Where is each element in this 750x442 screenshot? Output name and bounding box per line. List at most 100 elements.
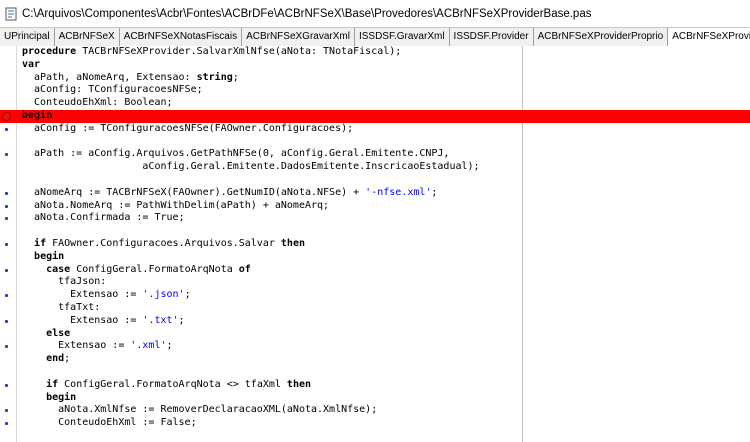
code-text: aNota.Confirmada := True; xyxy=(22,212,185,225)
code-text: tfaTxt: xyxy=(22,302,100,315)
code-line[interactable]: Extensao := '.txt'; xyxy=(0,315,750,328)
code-line[interactable]: end; xyxy=(0,353,750,366)
executable-line-dot-icon[interactable] xyxy=(5,127,8,131)
executable-line-dot-icon[interactable] xyxy=(5,383,8,387)
code-line[interactable]: begin xyxy=(0,251,750,264)
code-text: case ConfigGeral.FormatoArqNota of xyxy=(22,264,251,277)
code-text: aConfig.Geral.Emitente.DadosEmitente.Ins… xyxy=(22,161,480,174)
file-icon xyxy=(5,7,17,20)
executable-line-dot-icon[interactable] xyxy=(5,204,8,208)
code-line[interactable]: aNota.NomeArq := PathWithDelim(aPath) + … xyxy=(0,200,750,213)
code-line[interactable]: aNota.Confirmada := True; xyxy=(0,212,750,225)
code-text: aNota.NomeArq := PathWithDelim(aPath) + … xyxy=(22,200,329,213)
code-line[interactable]: Extensao := '.json'; xyxy=(0,289,750,302)
tab-acbrnfsexnotasfiscais[interactable]: ACBrNFSeXNotasFiscais xyxy=(120,28,243,47)
executable-line-dot-icon[interactable] xyxy=(5,268,8,272)
code-token: ConteudoEhXml := False; xyxy=(22,417,197,429)
tab-acbrnfsex[interactable]: ACBrNFSeX xyxy=(55,28,120,47)
code-line[interactable] xyxy=(0,366,750,379)
keyword-token: if xyxy=(34,237,47,249)
code-line[interactable]: tfaJson: xyxy=(0,276,750,289)
keyword-token: begin xyxy=(22,109,53,121)
tab-issdsf-provider[interactable]: ISSDSF.Provider xyxy=(450,28,534,47)
code-token: aNota.NomeArq := PathWithDelim(aPath) + … xyxy=(22,199,330,211)
code-text: Extensao := '.json'; xyxy=(22,289,191,302)
code-text: aConfig := TConfiguracoesNFSe(FAOwner.Co… xyxy=(22,123,353,136)
breakpoint-line[interactable]: begin xyxy=(0,109,750,123)
code-text: procedure TACBrNFSeXProvider.SalvarXmlNf… xyxy=(22,46,401,59)
tab-issdsf-gravarxml[interactable]: ISSDSF.GravarXml xyxy=(355,28,450,47)
executable-line-dot-icon[interactable] xyxy=(5,153,8,157)
tab-uprincipal[interactable]: UPrincipal xyxy=(0,28,55,47)
code-token: TACBrNFSeXProvider.SalvarXmlNfse(aNota: … xyxy=(76,46,402,57)
keyword-token: then xyxy=(280,237,305,249)
tab-acbrnfsexproviderbase[interactable]: ACBrNFSeXProviderBase xyxy=(668,28,750,47)
code-line[interactable] xyxy=(0,136,750,149)
code-token: aPath, aNomeArq, Extensao: xyxy=(22,71,197,83)
code-line[interactable]: aPath := aConfig.Arquivos.GetPathNFSe(0,… xyxy=(0,148,750,161)
code-line[interactable]: var xyxy=(0,59,750,72)
code-text: tfaJson: xyxy=(22,276,106,289)
keyword-token: begin xyxy=(46,391,77,403)
code-token: Extensao := xyxy=(22,289,143,301)
code-token: ; xyxy=(232,71,239,83)
tab-acbrnfsexgravarxml[interactable]: ACBrNFSeXGravarXml xyxy=(242,28,355,47)
executable-line-dot-icon[interactable] xyxy=(5,217,8,221)
code-token: ; xyxy=(64,353,71,365)
code-line[interactable]: case ConfigGeral.FormatoArqNota of xyxy=(0,264,750,277)
code-line[interactable]: else xyxy=(0,328,750,341)
code-text: aNomeArq := TACBrNFSeX(FAOwner).GetNumID… xyxy=(22,187,437,200)
tab-acbrnfsexproviderproprio[interactable]: ACBrNFSeXProviderProprio xyxy=(534,28,669,47)
code-token: ConfigGeral.FormatoArqNota xyxy=(70,263,239,275)
code-line[interactable]: aNomeArq := TACBrNFSeX(FAOwner).GetNumID… xyxy=(0,187,750,200)
code-line[interactable]: tfaTxt: xyxy=(0,302,750,315)
executable-line-dot-icon[interactable] xyxy=(5,294,8,298)
code-line[interactable]: ConteudoEhXml: Boolean; xyxy=(0,97,750,110)
code-token: ; xyxy=(166,340,173,352)
code-editor[interactable]: procedure TACBrNFSeXProvider.SalvarXmlNf… xyxy=(0,46,750,442)
keyword-token: var xyxy=(22,58,41,70)
code-token: tfaJson: xyxy=(22,276,107,288)
code-text: Extensao := '.txt'; xyxy=(22,315,184,328)
code-text: Extensao := '.xml'; xyxy=(22,340,173,353)
code-token: aConfig := TConfiguracoesNFSe(FAOwner.Co… xyxy=(22,122,354,134)
code-line[interactable]: aConfig := TConfiguracoesNFSe(FAOwner.Co… xyxy=(0,123,750,136)
code-line[interactable]: Extensao := '.xml'; xyxy=(0,340,750,353)
code-line[interactable]: if ConfigGeral.FormatoArqNota <> tfaXml … xyxy=(0,379,750,392)
title-bar: C:\Arquivos\Componentes\Acbr\Fontes\ACBr… xyxy=(0,0,750,27)
keyword-token: procedure xyxy=(22,46,77,57)
string-token: '.xml' xyxy=(130,340,167,352)
executable-line-dot-icon[interactable] xyxy=(5,422,8,426)
executable-line-dot-icon[interactable] xyxy=(5,345,8,349)
breakpoint-icon[interactable] xyxy=(2,111,11,121)
code-line[interactable]: aNota.XmlNfse := RemoverDeclaracaoXML(aN… xyxy=(0,404,750,417)
executable-line-dot-icon[interactable] xyxy=(5,409,8,413)
code-line[interactable]: aPath, aNomeArq, Extensao: string; xyxy=(0,72,750,85)
code-line[interactable]: if FAOwner.Configuracoes.Arquivos.Salvar… xyxy=(0,238,750,251)
code-token: ConfigGeral.FormatoArqNota <> tfaXml xyxy=(58,378,287,390)
executable-line-dot-icon[interactable] xyxy=(5,319,8,323)
code-text: aConfig: TConfiguracoesNFSe; xyxy=(22,84,203,97)
code-line[interactable] xyxy=(0,225,750,238)
code-token: aNota.Confirmada := True; xyxy=(22,212,185,224)
string-token: '-nfse.xml' xyxy=(365,186,432,198)
code-token: ; xyxy=(184,289,191,301)
code-line[interactable]: aConfig.Geral.Emitente.DadosEmitente.Ins… xyxy=(0,161,750,174)
keyword-token: begin xyxy=(34,250,65,262)
keyword-token: else xyxy=(46,327,71,339)
executable-line-dot-icon[interactable] xyxy=(5,242,8,246)
code-token: tfaTxt: xyxy=(22,301,101,313)
code-line[interactable]: procedure TACBrNFSeXProvider.SalvarXmlNf… xyxy=(0,46,750,59)
code-line[interactable]: ConteudoEhXml := False; xyxy=(0,417,750,430)
code-line[interactable]: aConfig: TConfiguracoesNFSe; xyxy=(0,84,750,97)
executable-line-dot-icon[interactable] xyxy=(5,191,8,195)
file-tab-bar: UPrincipal ACBrNFSeX ACBrNFSeXNotasFiscais… xyxy=(0,27,750,48)
code-token: aConfig.Geral.Emitente.DadosEmitente.Ins… xyxy=(22,161,480,173)
code-line[interactable] xyxy=(0,174,750,187)
code-line[interactable]: begin xyxy=(0,392,750,405)
